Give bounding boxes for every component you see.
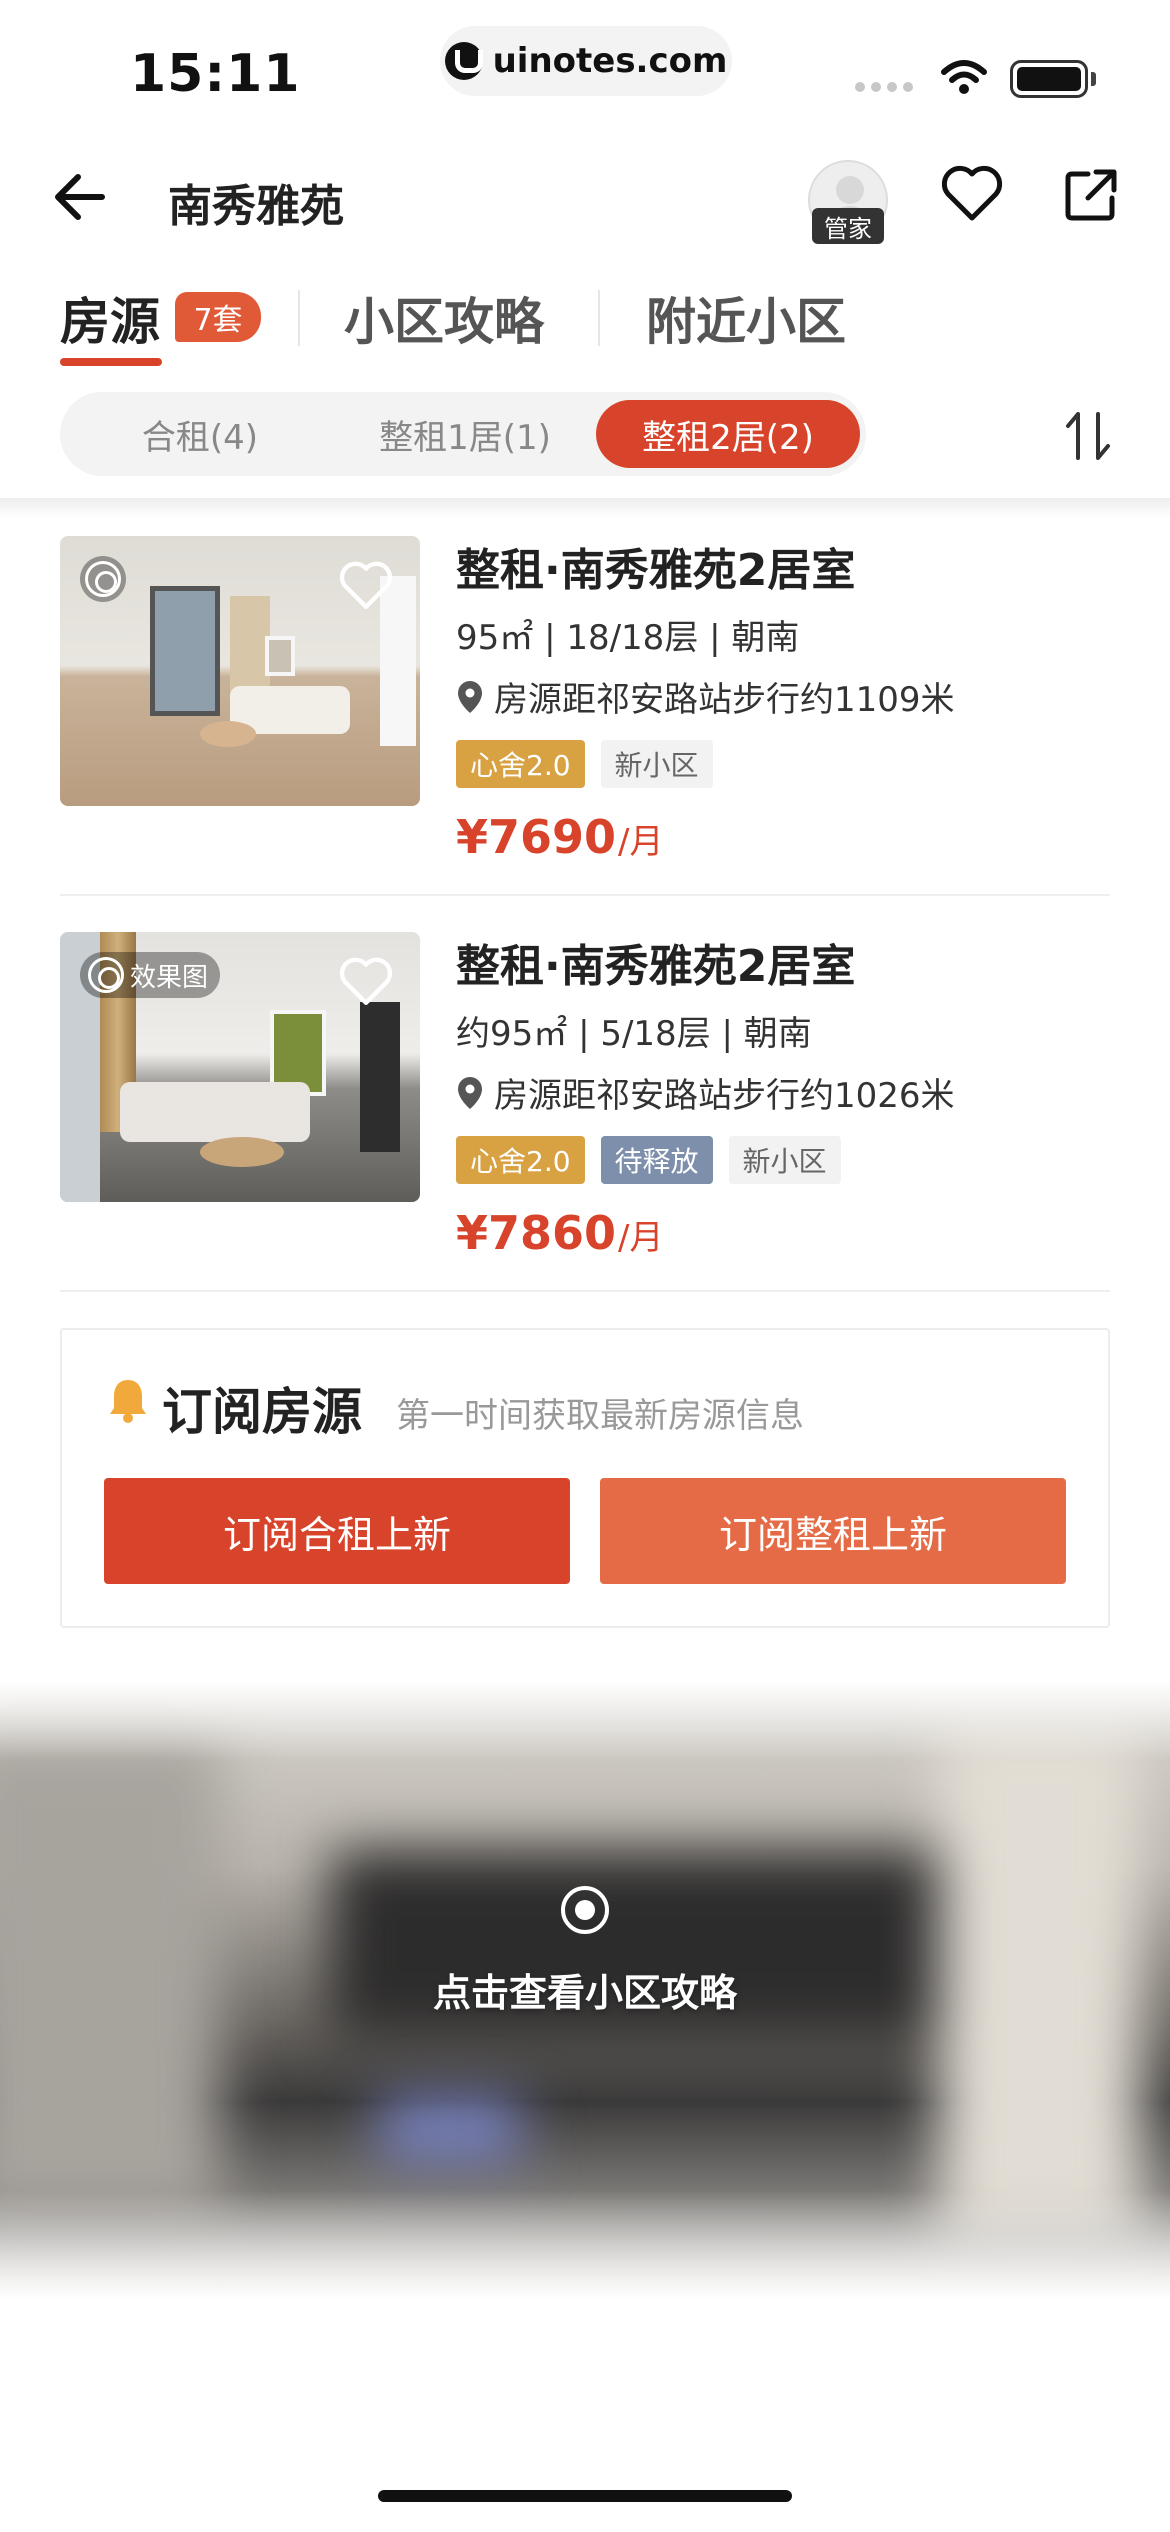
battery-icon — [1010, 60, 1088, 98]
listing-count-badge: 7套 — [175, 292, 261, 342]
share-icon[interactable] — [1062, 166, 1120, 224]
sort-icon[interactable] — [1064, 408, 1112, 464]
vr-icon — [85, 561, 121, 597]
tab-nearby-communities[interactable]: 附近小区 — [646, 282, 846, 354]
tab-listings[interactable]: 房源 — [60, 282, 160, 354]
listing-location: 房源距祁安路站步行约1026米 — [456, 1068, 955, 1117]
active-tab-indicator — [60, 358, 162, 366]
price-unit: /月 — [618, 822, 664, 862]
listing-divider — [60, 1290, 1110, 1292]
tag-xinshe: 心舍2.0 — [456, 1136, 585, 1184]
listing-price: ¥7690/月 — [456, 810, 664, 864]
status-time: 15:11 — [130, 44, 301, 104]
location-pin-icon — [458, 1076, 482, 1109]
listing-price: ¥7860/月 — [456, 1206, 664, 1260]
listing-title[interactable]: 整租·南秀雅苑2居室 — [456, 930, 855, 994]
site-logo-icon — [444, 42, 483, 80]
page-title: 南秀雅苑 — [168, 181, 344, 232]
tag-new-community: 新小区 — [600, 740, 713, 788]
listing-meta: 95㎡ | 18/18层 | 朝南 — [456, 618, 800, 658]
favorite-heart-icon[interactable] — [940, 164, 1004, 224]
listing-divider — [60, 894, 1110, 896]
tab-community-guide[interactable]: 小区攻略 — [344, 282, 544, 354]
tag-xinshe: 心舍2.0 — [456, 740, 585, 788]
subscribe-title: 订阅房源 — [162, 1383, 362, 1441]
listing-favorite-icon[interactable] — [338, 560, 394, 612]
filter-whole-1br[interactable]: 整租1居(1) — [350, 392, 580, 476]
filter-whole-2br[interactable]: 整租2居(2) — [596, 400, 860, 468]
tag-pending-release: 待释放 — [600, 1136, 713, 1184]
battery-cap — [1091, 72, 1096, 86]
tab-divider — [298, 290, 300, 346]
listing-favorite-icon[interactable] — [338, 956, 394, 1008]
bell-icon — [110, 1380, 146, 1423]
price-unit: /月 — [618, 1218, 664, 1258]
tag-new-community: 新小区 — [728, 1136, 841, 1184]
url-pill[interactable]: uinotes.com — [440, 26, 732, 96]
rendering-chip-text: 效果图 — [130, 962, 209, 993]
rendering-chip: 效果图 — [80, 952, 221, 998]
filter-shared[interactable]: 合租(4) — [90, 392, 310, 476]
tag-row: 心舍2.0 待释放 新小区 — [456, 1136, 841, 1184]
vr-chip — [80, 556, 126, 602]
listing-meta: 约95㎡ | 5/18层 | 朝南 — [456, 1014, 812, 1054]
location-text: 房源距祁安路站步行约1026米 — [494, 1076, 955, 1116]
price-value: ¥7690 — [456, 810, 617, 864]
home-indicator[interactable] — [378, 2490, 792, 2502]
url-text: uinotes.com — [492, 41, 728, 81]
tab-divider — [598, 290, 600, 346]
community-guide-text[interactable]: 点击查看小区攻略 — [0, 1962, 1170, 2017]
listing-location: 房源距祁安路站步行约1109米 — [456, 672, 955, 721]
listing-photo[interactable] — [60, 536, 420, 806]
listing-title[interactable]: 整租·南秀雅苑2居室 — [456, 534, 855, 598]
tag-row: 心舍2.0 新小区 — [456, 740, 713, 788]
location-text: 房源距祁安路站步行约1109米 — [494, 680, 955, 720]
header-shadow — [0, 498, 1170, 518]
subscribe-description: 第一时间获取最新房源信息 — [396, 1396, 804, 1436]
subscribe-whole-button[interactable]: 订阅整租上新 — [600, 1478, 1066, 1584]
cellular-signal-icon — [855, 82, 913, 92]
vr-icon — [88, 957, 124, 993]
location-pin-icon — [458, 680, 482, 713]
price-value: ¥7860 — [456, 1206, 617, 1260]
listing-photo[interactable]: 效果图 — [60, 932, 420, 1202]
wifi-icon — [941, 60, 987, 94]
play-icon[interactable] — [561, 1886, 609, 1934]
back-arrow-icon[interactable] — [52, 170, 106, 224]
subscribe-shared-button[interactable]: 订阅合租上新 — [104, 1478, 570, 1584]
housekeeper-badge: 管家 — [812, 208, 884, 244]
